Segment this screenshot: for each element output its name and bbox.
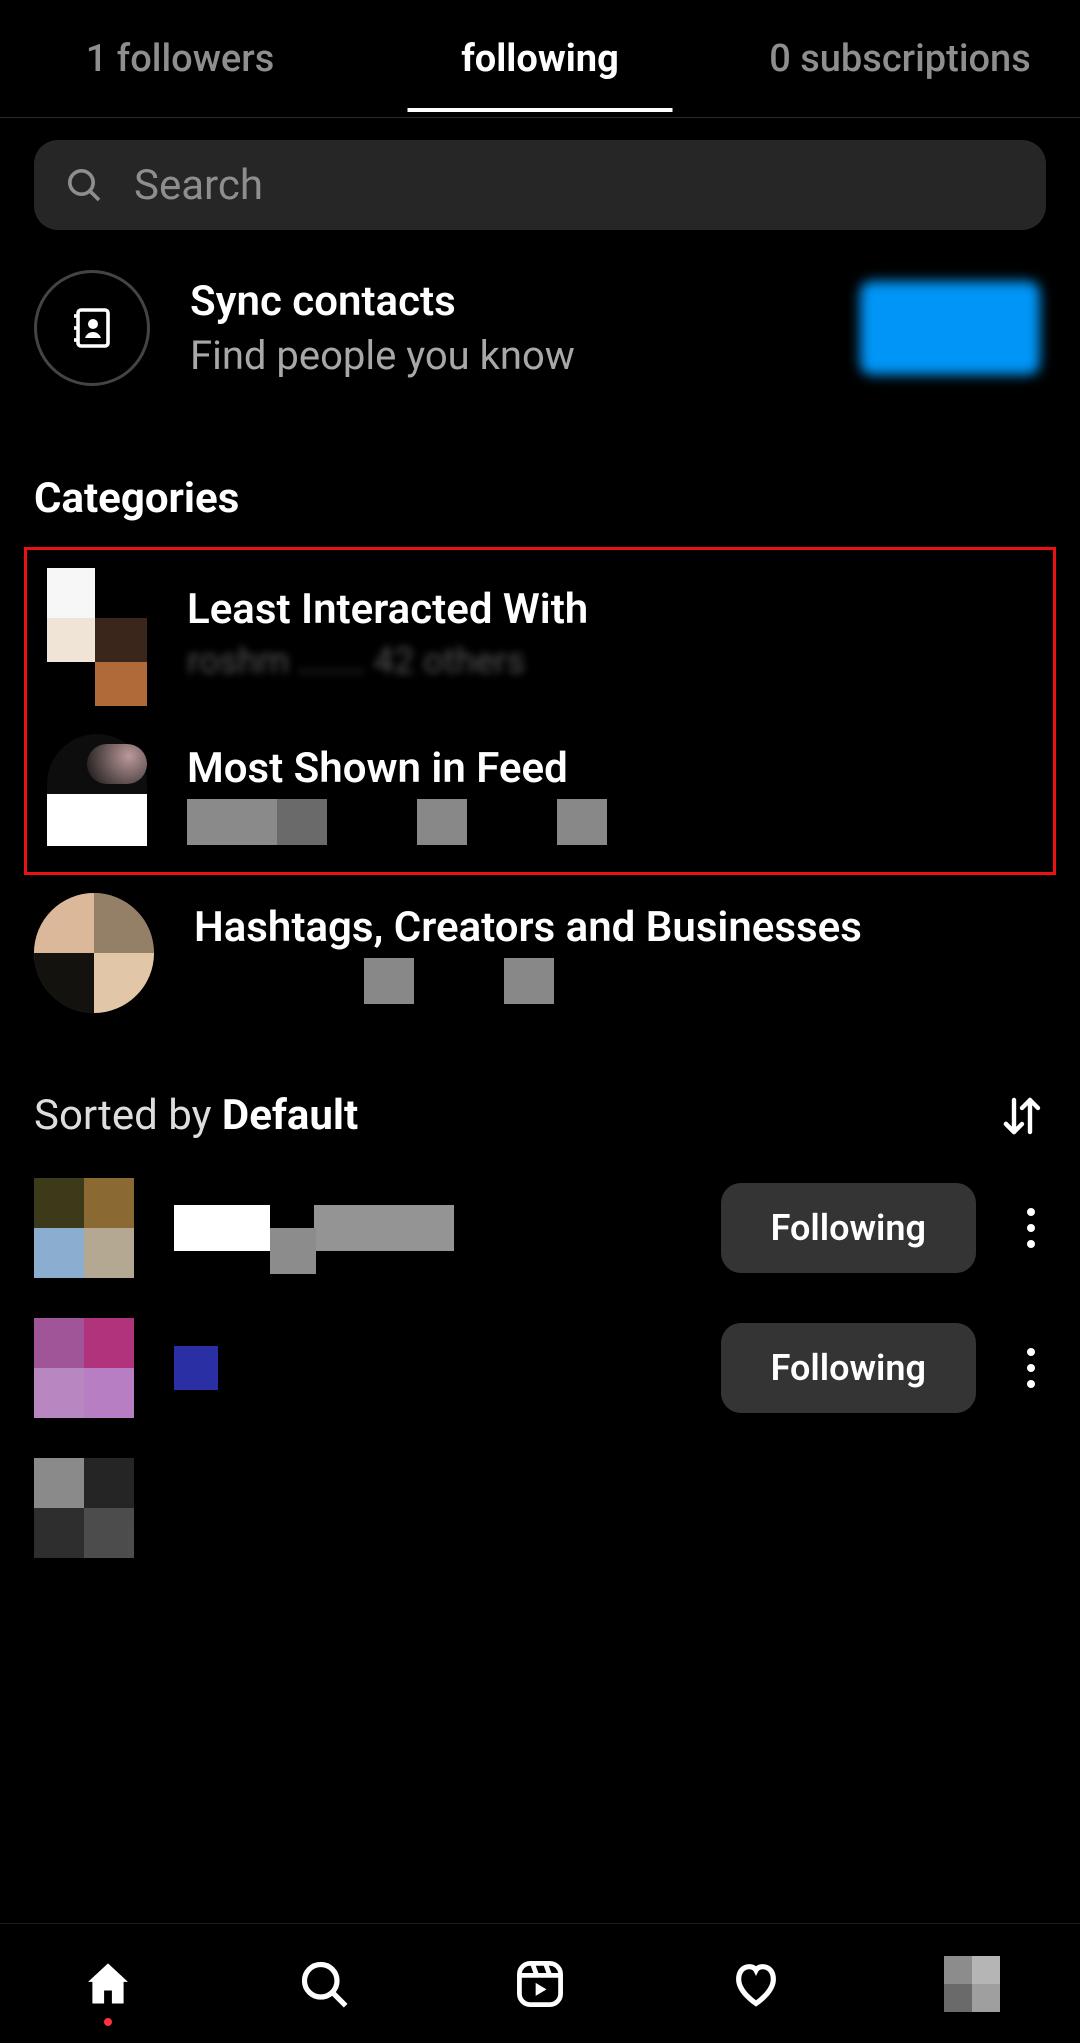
search-input[interactable]	[134, 161, 1016, 210]
search-container	[0, 118, 1080, 230]
more-icon[interactable]	[1016, 1348, 1046, 1388]
username	[174, 1328, 681, 1408]
nav-profile[interactable]	[944, 1956, 1000, 2012]
username	[174, 1468, 1046, 1548]
more-icon[interactable]	[1016, 1208, 1046, 1248]
avatar	[34, 1178, 134, 1278]
sort-label: Sorted by Default	[34, 1091, 358, 1140]
following-row[interactable]	[0, 1438, 1080, 1578]
category-hashtags[interactable]: Hashtags, Creators and Businesses	[0, 875, 1080, 1061]
nav-reels[interactable]	[512, 1956, 568, 2012]
avatar	[34, 1458, 134, 1558]
category-least-interacted[interactable]: Least Interacted With roshm ....... 42 o…	[27, 550, 1053, 716]
following-row[interactable]: Following	[0, 1158, 1080, 1298]
username	[174, 1188, 681, 1268]
sort-icon[interactable]	[998, 1092, 1046, 1140]
sync-title: Sync contacts	[190, 277, 820, 326]
sync-text: Sync contacts Find people you know	[190, 277, 820, 379]
category-title: Least Interacted With	[187, 585, 588, 634]
sync-button[interactable]	[860, 281, 1040, 375]
bottom-nav	[0, 1923, 1080, 2043]
sort-prefix: Sorted by	[34, 1091, 222, 1140]
avatar	[944, 1956, 1000, 2012]
nav-search[interactable]	[296, 1956, 352, 2012]
search-field[interactable]	[34, 140, 1046, 230]
category-text: Hashtags, Creators and Businesses	[194, 903, 862, 1004]
following-button[interactable]: Following	[721, 1183, 976, 1273]
category-title: Most Shown in Feed	[187, 744, 607, 793]
nav-home[interactable]	[80, 1956, 136, 2012]
avatar	[34, 1318, 134, 1418]
avatar	[47, 734, 147, 854]
categories-header: Categories	[0, 438, 1080, 541]
category-subtitle	[194, 958, 862, 1004]
category-subtitle	[187, 799, 607, 845]
sync-contacts-row[interactable]: Sync contacts Find people you know	[0, 230, 1080, 438]
annotation-highlight: Least Interacted With roshm ....... 42 o…	[24, 547, 1056, 875]
avatar	[34, 893, 154, 1013]
avatar	[47, 568, 147, 698]
contacts-icon	[34, 270, 150, 386]
sync-subtitle: Find people you know	[190, 332, 820, 379]
category-text: Least Interacted With roshm ....... 42 o…	[187, 585, 588, 682]
category-most-shown[interactable]: Most Shown in Feed	[27, 716, 1053, 872]
sort-value: Default	[222, 1091, 358, 1140]
tab-following[interactable]: following	[360, 7, 720, 111]
tab-bar: 1 followers following 0 subscriptions	[0, 0, 1080, 118]
notification-dot	[104, 2018, 112, 2026]
following-row[interactable]: Following	[0, 1298, 1080, 1438]
tab-subscriptions[interactable]: 0 subscriptions	[720, 7, 1080, 111]
following-button[interactable]: Following	[721, 1323, 976, 1413]
tab-followers[interactable]: 1 followers	[0, 7, 360, 111]
nav-activity[interactable]	[728, 1956, 784, 2012]
sort-header: Sorted by Default	[0, 1061, 1080, 1158]
category-subtitle: roshm ....... 42 others	[187, 640, 588, 682]
search-icon	[64, 165, 104, 205]
category-text: Most Shown in Feed	[187, 744, 607, 845]
category-title: Hashtags, Creators and Businesses	[194, 903, 862, 952]
